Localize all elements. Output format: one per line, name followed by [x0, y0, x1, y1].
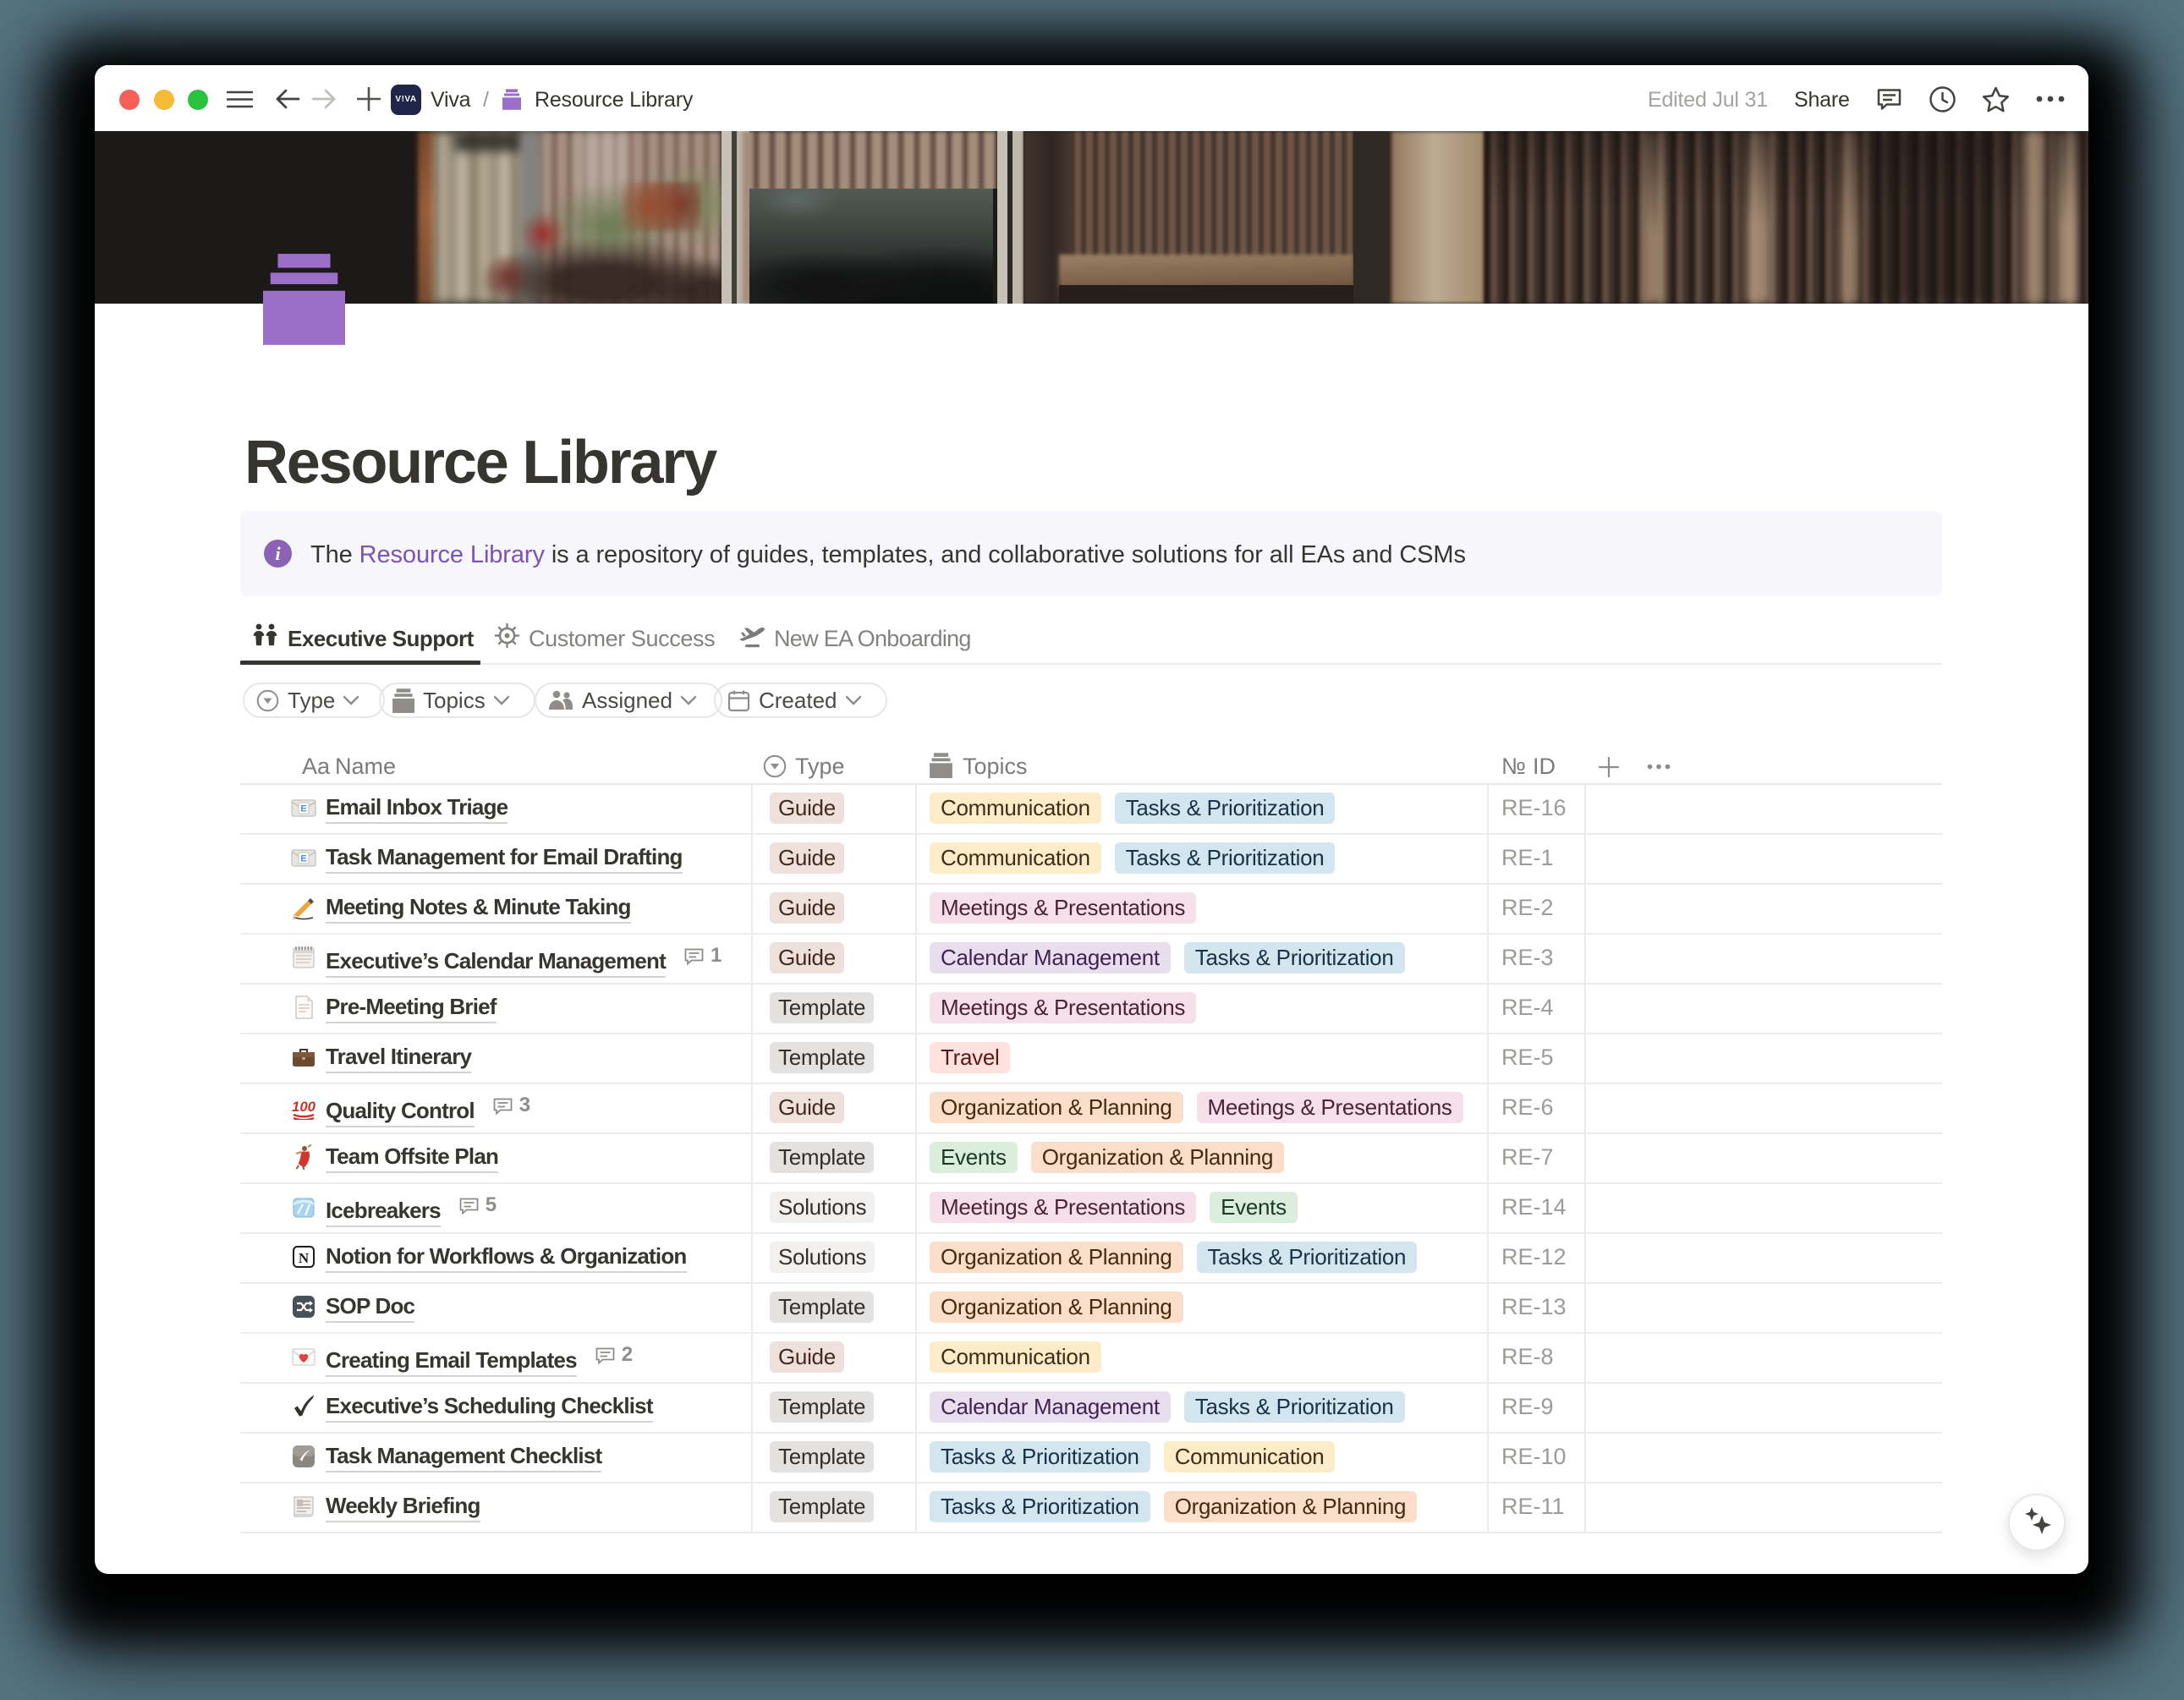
svg-text:E: E: [300, 854, 306, 864]
svg-text:E: E: [300, 804, 306, 814]
svg-text:N: N: [299, 1250, 310, 1266]
svg-text:100: 100: [292, 1099, 316, 1115]
svg-text:i: i: [275, 543, 281, 564]
